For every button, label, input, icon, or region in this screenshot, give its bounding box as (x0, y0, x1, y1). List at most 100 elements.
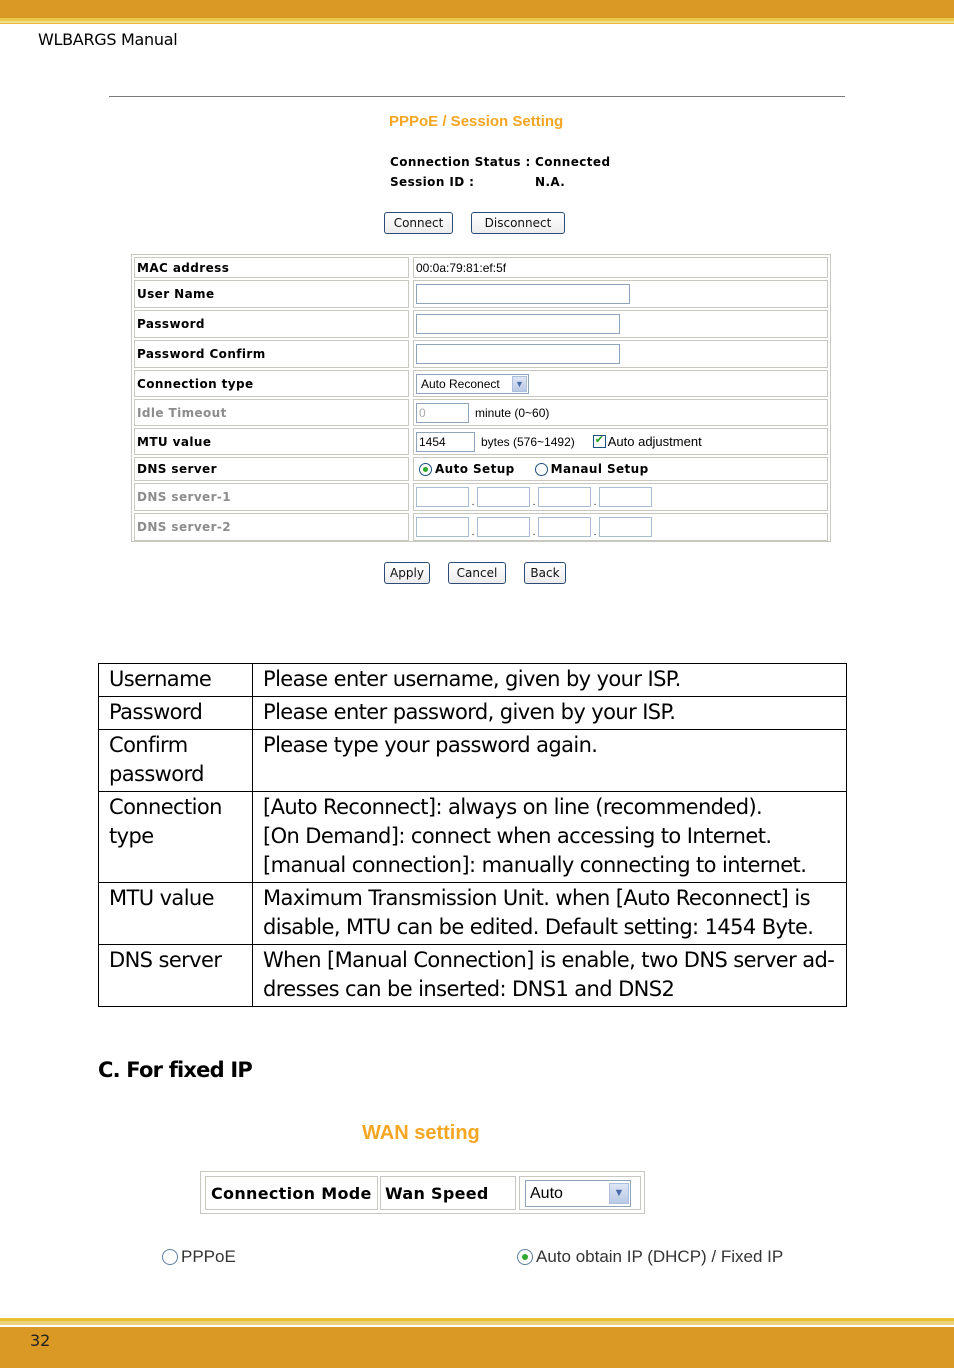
wan-setting-title: WAN setting (362, 1122, 480, 1144)
header-stripe (0, 23, 954, 24)
row-key: Connection type (98, 791, 253, 883)
row-description: Please enter username, given by your ISP… (252, 663, 847, 697)
section-heading: C. For fixed IP (98, 1058, 253, 1082)
form-row-dns-server: DNS server Auto Setup Manaul Setup (134, 457, 828, 481)
table-row: Confirm password Please type your passwo… (98, 729, 847, 792)
password-input[interactable] (416, 314, 620, 334)
description-line: [Auto Reconnect]: always on line (recomm… (263, 795, 763, 819)
connection-type-select[interactable]: Auto Reconect ▼ (416, 373, 529, 394)
dhcp-option-label: Auto obtain IP (DHCP) / Fixed IP (536, 1247, 784, 1266)
connection-status-label: Connection Status : (390, 155, 531, 169)
session-id: Session ID : N.A. (390, 175, 565, 189)
dns2-octet-2[interactable] (477, 517, 530, 537)
dns2-octet-4[interactable] (599, 517, 652, 537)
auto-adjustment-checkbox[interactable] (592, 433, 606, 448)
mac-value: 00:0a:79:81:ef:5f (413, 257, 828, 278)
dns-server-label: DNS server (134, 457, 409, 481)
dns2-octet-3[interactable] (538, 517, 591, 537)
row-key: Username (98, 663, 253, 697)
chevron-down-icon[interactable]: ▼ (609, 1183, 629, 1204)
table-row: Password Please enter password, given by… (98, 696, 847, 730)
username-input[interactable] (416, 284, 630, 304)
dhcp-radio[interactable] (517, 1249, 533, 1265)
dns1-octet-4[interactable] (599, 487, 652, 507)
mtu-input[interactable]: 1454 (416, 431, 475, 452)
session-id-label: Session ID : (390, 175, 475, 189)
dhcp-option[interactable]: Auto obtain IP (DHCP) / Fixed IP (517, 1247, 783, 1267)
password-confirm-label: Password Confirm (134, 340, 409, 368)
password-label: Password (134, 310, 409, 338)
wan-speed-value: Auto (530, 1184, 563, 1202)
connection-type-value: Auto Reconect (421, 376, 500, 391)
password-confirm-input[interactable] (416, 344, 620, 364)
pppoe-option[interactable]: PPPoE (162, 1247, 236, 1267)
row-key: Confirm password (98, 729, 253, 792)
form-row-mtu: MTU value 1454 bytes (576~1492) Auto adj… (134, 428, 828, 455)
row-description: When [Manual Connection] is enable, two … (252, 944, 847, 1007)
disconnect-button[interactable]: Disconnect (471, 212, 565, 234)
field-description-table: Username Please enter username, given by… (98, 663, 847, 1007)
chevron-down-icon[interactable]: ▼ (512, 375, 527, 392)
description-line: [On Demand]: connect when accessing to I… (263, 824, 772, 848)
connection-type-label: Connection type (134, 370, 409, 397)
form-row-connection-type: Connection type Auto Reconect ▼ (134, 370, 828, 397)
connection-status: Connection Status : Connected (390, 155, 610, 169)
row-key: Password (98, 696, 253, 730)
form-row-idle-timeout: Idle Timeout 0 minute (0~60) (134, 399, 828, 426)
form-row-password: Password (134, 310, 828, 338)
connection-mode-label: Connection Mode (205, 1176, 378, 1210)
idle-timeout-label: Idle Timeout (134, 399, 409, 426)
apply-button[interactable]: Apply (384, 562, 430, 584)
row-description: Maximum Transmission Unit. when [Auto Re… (252, 882, 847, 945)
dns2-octet-1[interactable] (416, 517, 469, 537)
cancel-button[interactable]: Cancel (448, 562, 506, 584)
form-row-mac: MAC address 00:0a:79:81:ef:5f (134, 257, 828, 278)
wan-speed-select[interactable]: Auto ▼ (525, 1180, 631, 1207)
dns-manual-label: Manaul Setup (550, 462, 649, 476)
table-row: Username Please enter username, given by… (98, 663, 847, 697)
form-row-username: User Name (134, 280, 828, 308)
row-key: DNS server (98, 944, 253, 1007)
row-description: [Auto Reconnect]: always on line (recomm… (252, 791, 847, 883)
table-row: MTU value Maximum Transmission Unit. whe… (98, 882, 847, 945)
dns-auto-radio[interactable] (419, 462, 432, 476)
dns-manual-radio[interactable] (534, 462, 548, 476)
mac-label: MAC address (134, 257, 409, 278)
row-description: Please type your password again. (252, 729, 847, 792)
pppoe-option-label: PPPoE (181, 1247, 236, 1266)
dns1-label: DNS server-1 (134, 483, 409, 511)
idle-timeout-unit: minute (0~60) (475, 405, 550, 420)
session-id-value: N.A. (535, 175, 566, 189)
footer-stripe (0, 1321, 954, 1325)
pppoe-form: MAC address 00:0a:79:81:ef:5f User Name … (131, 254, 831, 542)
dns2-label: DNS server-2 (134, 513, 409, 541)
dns1-octet-1[interactable] (416, 487, 469, 507)
dns1-octet-3[interactable] (538, 487, 591, 507)
header-band (0, 0, 954, 18)
form-row-password-confirm: Password Confirm (134, 340, 828, 368)
row-key: MTU value (98, 882, 253, 945)
connection-status-value: Connected (535, 155, 611, 169)
dns1-octet-2[interactable] (477, 487, 530, 507)
auto-adjustment-label: Auto adjustment (607, 434, 702, 449)
page-number: 32 (30, 1331, 51, 1350)
pppoe-title: PPPoE / Session Setting (389, 113, 564, 130)
dns-auto-label: Auto Setup (435, 462, 515, 476)
pppoe-radio[interactable] (162, 1249, 178, 1265)
wan-speed-label: Wan Speed (380, 1176, 516, 1210)
idle-timeout-input[interactable]: 0 (416, 402, 469, 423)
mtu-label: MTU value (134, 428, 409, 455)
back-button[interactable]: Back (524, 562, 566, 584)
description-line: [manual connection]: manually connecting… (263, 853, 807, 877)
username-label: User Name (134, 280, 409, 308)
document-title: WLBARGS Manual (38, 30, 178, 49)
mtu-unit: bytes (576~1492) (481, 434, 575, 449)
form-row-dns2: DNS server-2 . . . (134, 513, 828, 541)
table-row: DNS server When [Manual Connection] is e… (98, 944, 847, 1007)
connect-button[interactable]: Connect (384, 212, 453, 234)
divider (109, 96, 845, 97)
form-row-dns1: DNS server-1 . . . (134, 483, 828, 511)
footer-band (0, 1327, 954, 1368)
row-description: Please enter password, given by your ISP… (252, 696, 847, 730)
table-row: Connection type [Auto Reconnect]: always… (98, 791, 847, 883)
